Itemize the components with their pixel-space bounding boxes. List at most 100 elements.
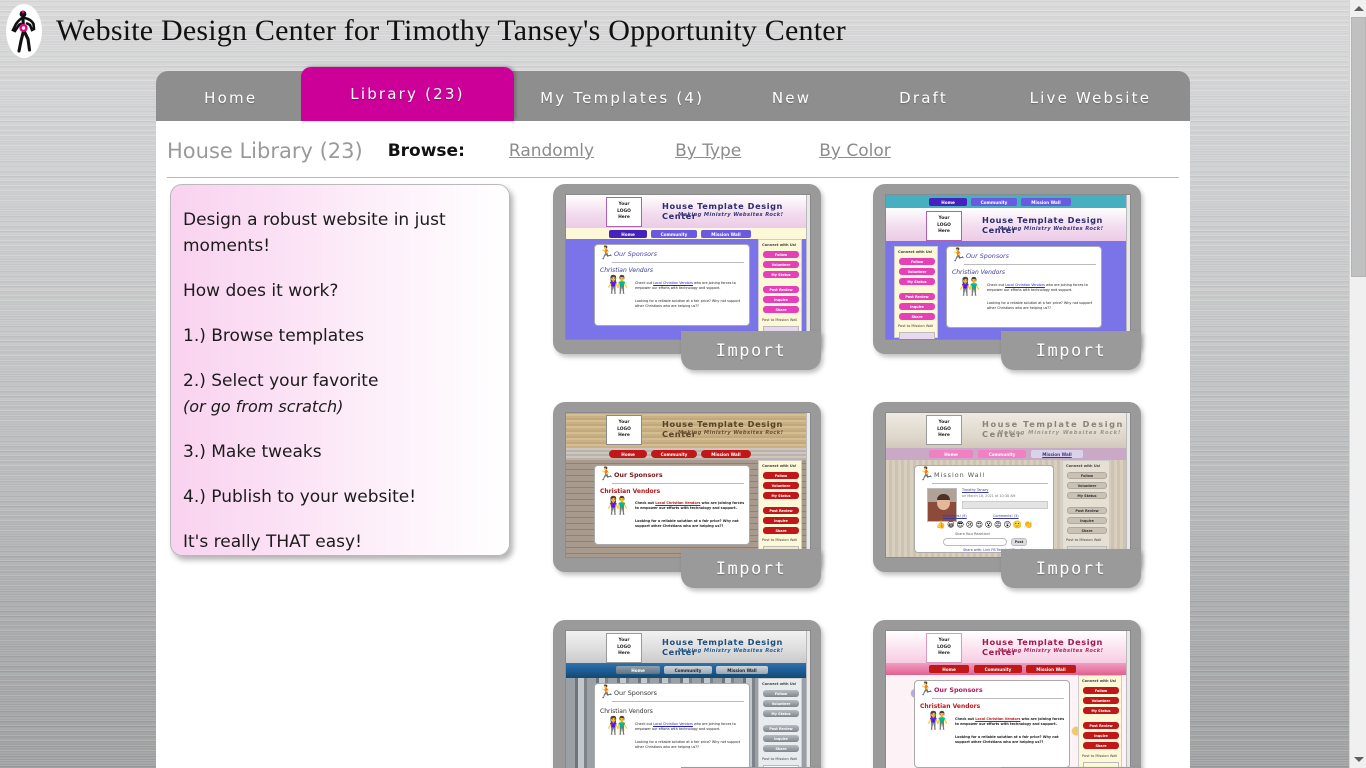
mini-side-btn-4-6[interactable]: Inquire: [1083, 732, 1119, 739]
tab-my-templates[interactable]: My Templates (4): [518, 89, 727, 121]
mini-comment-input-4[interactable]: [943, 538, 1007, 546]
browse-link-randomly[interactable]: Randomly: [509, 141, 594, 161]
mini-scrollbar-2[interactable]: [1126, 195, 1130, 339]
mini-side-btn-3-1[interactable]: Post Review: [763, 286, 799, 293]
template-frame-3: Your LOGO Here House Template Design Cen…: [553, 402, 821, 572]
mini-nav-home-5[interactable]: Home: [616, 666, 660, 674]
mini-side-btn-1-3[interactable]: Volunteer: [763, 482, 799, 489]
mini-nav-mission-4[interactable]: Mission Wall: [1031, 450, 1083, 458]
mini-side-btn-5-1[interactable]: Share: [763, 306, 799, 313]
mini-scrollbar-3[interactable]: [806, 413, 810, 557]
mini-side-btn-4-2[interactable]: Inquire: [899, 303, 935, 310]
mini-nav-mission-2[interactable]: Mission Wall: [1021, 198, 1071, 206]
template-card-1[interactable]: Your LOGO Here House Template Design Cen…: [553, 184, 821, 370]
mini-side-btn-1-1[interactable]: Volunteer: [763, 261, 799, 268]
mini-nav-community-6[interactable]: Community: [974, 665, 1022, 673]
mini-side-btn-2-4[interactable]: My Status: [1067, 492, 1107, 499]
mini-side-btn-5-3[interactable]: Share: [763, 527, 799, 534]
mini-side-btn-4-1[interactable]: Inquire: [763, 296, 799, 303]
mini-scrollbar-4[interactable]: [1126, 413, 1130, 557]
mini-side-btn-0-4[interactable]: Follow: [1067, 472, 1107, 479]
mini-nav-community-4[interactable]: Community: [978, 450, 1026, 458]
mini-nav-home-6[interactable]: Home: [929, 665, 969, 673]
mini-title-2: House Template Design Center: [982, 215, 1103, 235]
mini-side-btn-0-3[interactable]: Follow: [763, 472, 799, 479]
mini-side-btn-2-3[interactable]: My Status: [763, 492, 799, 499]
tab-new[interactable]: New: [727, 89, 857, 121]
browse-link-by-color[interactable]: By Color: [819, 141, 891, 161]
tab-library-label: Library (23): [350, 85, 465, 103]
import-button-2[interactable]: Import: [1001, 331, 1141, 370]
mini-scrollbar-5[interactable]: [806, 631, 810, 768]
import-button-1[interactable]: Import: [681, 331, 821, 370]
mini-comments-4[interactable]: Comments! (3): [993, 514, 1019, 519]
tab-home[interactable]: Home: [156, 89, 305, 121]
tab-library[interactable]: Library (23): [301, 67, 514, 121]
mini-side-btn-1-6[interactable]: Volunteer: [1083, 697, 1119, 704]
mini-side-btn-0-6[interactable]: Follow: [1083, 687, 1119, 694]
scrollbar-thumb[interactable]: [1351, 17, 1366, 277]
mini-reactions-4[interactable]: Reactions! (9): [943, 514, 967, 519]
info-line-4: (or go from scratch): [183, 397, 344, 416]
mini-logo-5: Your LOGO Here: [606, 633, 642, 663]
mini-side-btn-1-4[interactable]: Volunteer: [1067, 482, 1107, 489]
mini-side-btn-2-5[interactable]: My Status: [763, 710, 799, 717]
template-card-5[interactable]: Your LOGO Here House Template Design Cen…: [553, 620, 821, 768]
mini-nav-mission-3[interactable]: Mission Wall: [701, 450, 751, 458]
mini-heading-4: Mission Wall: [934, 471, 986, 479]
mini-nav-community-5[interactable]: Community: [664, 666, 712, 674]
import-button-3[interactable]: Import: [681, 549, 821, 588]
mini-side-btn-3-6[interactable]: Post Review: [1083, 722, 1119, 729]
mini-scrollbar-1[interactable]: [806, 195, 810, 339]
mini-nav-home-3[interactable]: Home: [609, 450, 647, 458]
mini-side-btn-1-2[interactable]: Volunteer: [899, 268, 935, 275]
mini-author-4[interactable]: Timothy Tansey: [962, 488, 1048, 493]
template-card-2[interactable]: Home Community Mission Wall Your LOGO He…: [873, 184, 1141, 370]
mini-post-button-4[interactable]: Post: [1011, 538, 1027, 546]
scroll-up-arrow-icon[interactable]: [1350, 0, 1366, 17]
mini-side-btn-2-6[interactable]: My Status: [1083, 707, 1119, 714]
mini-side-btn-4-5[interactable]: Inquire: [763, 735, 799, 742]
scroll-down-arrow-icon[interactable]: [1350, 751, 1366, 768]
browse-link-by-type[interactable]: By Type: [675, 141, 741, 161]
mini-nav-home-2[interactable]: Home: [929, 198, 967, 206]
mini-side-btn-3-3[interactable]: Post Review: [763, 507, 799, 514]
page-scrollbar[interactable]: [1349, 0, 1366, 768]
mini-side-btn-1-5[interactable]: Volunteer: [763, 700, 799, 707]
mini-nav-mission-5[interactable]: Mission Wall: [716, 666, 768, 674]
mini-nav-mission-6[interactable]: Mission Wall: [1026, 665, 1076, 673]
mini-nav-community-3[interactable]: Community: [651, 450, 697, 458]
mini-side-btn-5-2[interactable]: Share: [899, 313, 935, 320]
tab-draft[interactable]: Draft: [856, 89, 990, 121]
mini-nav-community-2[interactable]: Community: [971, 198, 1017, 206]
mini-side-heading-6: Connect with Us!: [1082, 679, 1117, 683]
mini-scrollbar-6[interactable]: [1126, 631, 1130, 768]
mini-side-btn-3-2[interactable]: Post Review: [899, 293, 935, 300]
mini-side-btn-3-4[interactable]: Post Review: [1067, 507, 1107, 514]
mini-sub-5: Christian Vendors: [600, 708, 653, 715]
template-grid: Your LOGO Here House Template Design Cen…: [553, 184, 1173, 768]
import-button-4[interactable]: Import: [1001, 549, 1141, 588]
mini-side-btn-5-6[interactable]: Share: [1083, 742, 1119, 749]
template-card-4[interactable]: Your LOGO Here House Template Design Cen…: [873, 402, 1141, 588]
mini-nav-home-4[interactable]: Home: [929, 450, 973, 458]
tab-live-website[interactable]: Live Website: [991, 89, 1190, 121]
mini-side-btn-0-2[interactable]: Follow: [899, 258, 935, 265]
mini-nav-community-1[interactable]: Community: [651, 230, 697, 238]
mini-side-btn-5-5[interactable]: Share: [763, 745, 799, 752]
mini-side-btn-2-1[interactable]: My Status: [763, 271, 799, 278]
mini-side-footer-4: Post to Mission Wall: [1066, 538, 1102, 542]
mini-nav-home-1[interactable]: Home: [609, 230, 647, 238]
mini-side-btn-5-4[interactable]: Share: [1067, 527, 1107, 534]
mini-side-btn-4-3[interactable]: Inquire: [763, 517, 799, 524]
mini-emoji-row-4[interactable]: 👍😀😎😢😍😵😡😲🙂👏: [936, 520, 1035, 529]
mini-side-btn-3-5[interactable]: Post Review: [763, 725, 799, 732]
mini-side-btn-0-5[interactable]: Follow: [763, 690, 799, 697]
mini-nav-mission-1[interactable]: Mission Wall: [701, 230, 751, 238]
mini-side-btn-0-1[interactable]: Follow: [763, 251, 799, 258]
template-card-6[interactable]: Your LOGO Here House Template Design Cen…: [873, 620, 1141, 768]
template-preview-1: Your LOGO Here House Template Design Cen…: [565, 194, 811, 340]
mini-side-btn-4-4[interactable]: Inquire: [1067, 517, 1107, 524]
template-card-3[interactable]: Your LOGO Here House Template Design Cen…: [553, 402, 821, 588]
mini-side-btn-2-2[interactable]: My Status: [899, 278, 935, 285]
